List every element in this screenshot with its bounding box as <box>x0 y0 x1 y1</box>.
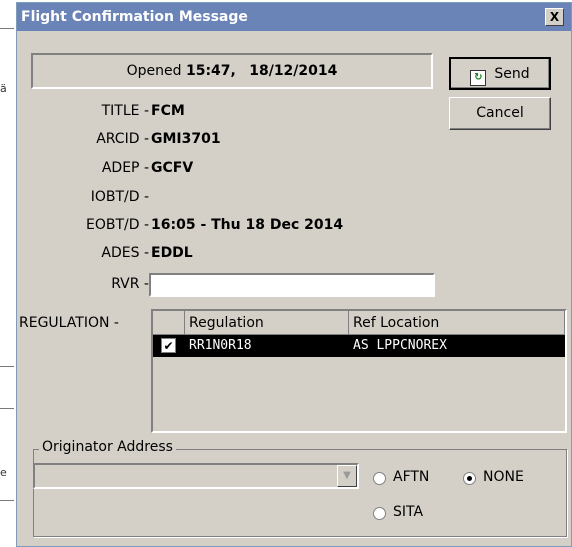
background-glyph: e <box>0 466 7 479</box>
background-divider <box>0 28 14 29</box>
radio-none-label: NONE <box>483 469 524 485</box>
column-header-check <box>153 311 185 335</box>
row-checkbox[interactable]: ✔ <box>161 338 176 353</box>
send-button[interactable]: ↻ Send <box>449 57 551 90</box>
regulation-table[interactable]: Regulation Ref Location ✔ RR1N0R18 AS LP… <box>151 309 567 433</box>
arcid-value: GMI3701 <box>151 131 221 147</box>
background-divider <box>0 500 14 501</box>
originator-address-select[interactable]: ▼ <box>33 463 359 489</box>
eobt-label: EOBT/D - <box>85 217 149 233</box>
regulation-cell: RR1N0R18 <box>189 338 252 353</box>
cancel-button[interactable]: Cancel <box>449 97 551 130</box>
adep-label: ADEP - <box>101 160 149 176</box>
background-glyph: ä <box>0 82 7 95</box>
flight-confirmation-dialog: Flight Confirmation Message X Opened 15:… <box>16 2 572 547</box>
close-button[interactable]: X <box>545 8 564 26</box>
originator-legend: Originator Address <box>39 439 176 455</box>
background-divider <box>0 408 14 409</box>
title-label: TITLE - <box>101 103 149 119</box>
radio-sita-label: SITA <box>393 504 424 520</box>
send-label: Send <box>494 66 530 82</box>
rvr-label: RVR - <box>111 276 149 292</box>
radio-aftn[interactable] <box>373 472 386 485</box>
ref-location-cell: AS LPPCNOREX <box>353 338 447 353</box>
ades-value: EDDL <box>151 245 193 261</box>
opened-text: Opened 15:47, 18/12/2014 <box>33 63 431 79</box>
radio-aftn-label: AFTN <box>393 469 430 485</box>
radio-sita[interactable] <box>373 507 386 520</box>
title-bar[interactable]: Flight Confirmation Message X <box>17 3 571 31</box>
opened-time: 15:47, <box>185 63 236 79</box>
regulation-label: REGULATION - <box>19 315 119 331</box>
arcid-label: ARCID - <box>96 131 149 147</box>
refresh-document-icon: ↻ <box>470 70 487 86</box>
iobt-label: IOBT/D - <box>90 189 149 205</box>
chevron-down-icon[interactable]: ▼ <box>337 465 357 487</box>
column-header-regulation[interactable]: Regulation <box>185 311 349 335</box>
window-title: Flight Confirmation Message <box>21 9 248 25</box>
opened-date: 18/12/2014 <box>249 63 338 79</box>
background-divider <box>0 366 14 367</box>
eobt-value: 16:05 - Thu 18 Dec 2014 <box>151 217 344 233</box>
opened-banner: Opened 15:47, 18/12/2014 <box>31 53 433 89</box>
ades-label: ADES - <box>101 245 149 261</box>
opened-prefix: Opened <box>126 63 182 79</box>
column-header-ref-location[interactable]: Ref Location <box>349 311 565 335</box>
adep-value: GCFV <box>151 160 194 176</box>
title-value: FCM <box>151 103 185 119</box>
rvr-input[interactable] <box>149 273 435 297</box>
radio-none[interactable] <box>463 472 476 485</box>
